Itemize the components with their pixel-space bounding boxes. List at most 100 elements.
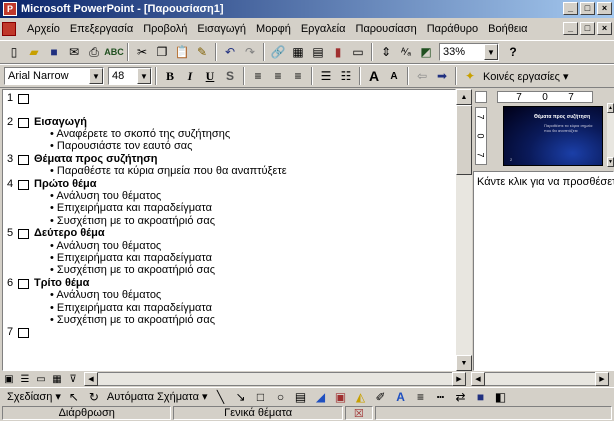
shadow-icon[interactable]: ■ xyxy=(471,388,491,406)
bullet-text[interactable]: • Ανάλυση του θέματος xyxy=(50,289,161,301)
outline-bullet-row[interactable]: • Ανάλυση του θέματος xyxy=(3,289,443,301)
outline-slide-row[interactable]: 5 Δεύτερο θέμα xyxy=(3,227,443,240)
close-button[interactable]: × xyxy=(597,2,612,15)
slide-title[interactable]: Δεύτερο θέμα xyxy=(34,227,105,239)
arrow-icon[interactable]: ↘ xyxy=(231,388,251,406)
outline-bullet-row[interactable]: • Επιχειρήματα και παραδείγματα xyxy=(3,302,443,314)
menu-view[interactable]: Προβολή xyxy=(138,23,192,35)
slide-icon[interactable] xyxy=(18,94,29,104)
bullet-text[interactable]: • Παρουσιάστε τον εαυτό σας xyxy=(50,140,192,152)
align-left-icon[interactable]: ≡ xyxy=(248,67,268,85)
line-color-icon[interactable]: ✐ xyxy=(371,388,391,406)
outline-bullet-row[interactable]: • Παραθέστε τα κύρια σημεία που θα αναπτ… xyxy=(3,165,443,177)
select-arrow-icon[interactable]: ↖ xyxy=(64,388,84,406)
new-slide-icon[interactable]: ▭ xyxy=(348,43,368,61)
slide-icon[interactable] xyxy=(18,117,29,128)
bullet-text[interactable]: • Ανάλυση του θέματος xyxy=(50,190,161,202)
rectangle-icon[interactable]: □ xyxy=(251,388,271,406)
doc-minimize-button[interactable]: _ xyxy=(563,22,578,35)
slide-sorter-icon[interactable]: ▦ xyxy=(50,372,64,386)
slide-icon[interactable] xyxy=(18,278,29,289)
scroll-left-icon[interactable]: ◀ xyxy=(471,372,485,386)
notes-horizontal-scrollbar[interactable]: ◀ ▶ xyxy=(471,372,609,386)
outline-bullet-row[interactable]: • Ανάλυση του θέματος xyxy=(3,240,443,252)
slide-title[interactable]: Πρώτο θέμα xyxy=(34,178,97,190)
bullet-text[interactable]: • Συσχέτιση με το ακροατήριό σας xyxy=(50,215,215,227)
increase-font-button[interactable]: A xyxy=(364,67,384,85)
email-icon[interactable]: ✉ xyxy=(64,43,84,61)
menu-slideshow[interactable]: Παρουσίαση xyxy=(351,23,422,35)
spelling-icon[interactable]: ABC xyxy=(104,43,124,61)
common-tasks-menu[interactable]: Κοινές εργασίες ▾ xyxy=(480,70,572,83)
bullet-text[interactable]: • Συσχέτιση με το ακροατήριό σας xyxy=(50,314,215,326)
outline-vertical-scrollbar[interactable]: ▲ ▼ xyxy=(456,89,472,371)
outline-bullet-row[interactable]: • Παρουσιάστε τον εαυτό σας xyxy=(3,140,443,152)
menu-format[interactable]: Μορφή xyxy=(251,23,296,35)
underline-button[interactable]: U xyxy=(200,67,220,85)
numbering-icon[interactable]: ☰ xyxy=(316,67,336,85)
restore-button[interactable]: □ xyxy=(580,2,595,15)
outline-pane[interactable]: 1 2 Εισαγωγή • Αναφέρετε το σκοπό της συζήτ… xyxy=(2,89,456,371)
outline-slide-row[interactable]: 7 xyxy=(3,326,443,339)
align-center-icon[interactable]: ≡ xyxy=(268,67,288,85)
doc-close-button[interactable]: × xyxy=(597,22,612,35)
italic-button[interactable]: I xyxy=(180,67,200,85)
grayscale-icon[interactable]: ◩ xyxy=(416,43,436,61)
notes-placeholder[interactable]: Κάντε κλικ για να προσθέσετε xyxy=(477,176,614,188)
outline-bullet-row[interactable]: • Επιχειρήματα και παραδείγματα xyxy=(3,252,443,264)
menu-tools[interactable]: Εργαλεία xyxy=(296,23,351,35)
wordart-icon[interactable]: ◢ xyxy=(311,388,331,406)
bullet-text[interactable]: • Ανάλυση του θέματος xyxy=(50,240,161,252)
redo-icon[interactable]: ↷ xyxy=(240,43,260,61)
font-color-icon[interactable]: A xyxy=(391,388,411,406)
bold-button[interactable]: B xyxy=(160,67,180,85)
new-icon[interactable]: ▯ xyxy=(4,43,24,61)
outline-bullet-row[interactable]: • Αναφέρετε το σκοπό της συζήτησης xyxy=(3,128,443,140)
tables-borders-icon[interactable]: ▦ xyxy=(288,43,308,61)
normal-view-icon[interactable]: ▣ xyxy=(2,372,16,386)
outline-slide-row[interactable]: 2 Εισαγωγή xyxy=(3,116,443,128)
slide-icon[interactable] xyxy=(18,328,29,339)
bullet-text[interactable]: • Παραθέστε τα κύρια σημεία που θα αναπτ… xyxy=(50,165,287,177)
insert-chart-icon[interactable]: ▮ xyxy=(328,43,348,61)
chevron-down-icon[interactable]: ▼ xyxy=(137,68,151,84)
textbox-icon[interactable]: ▤ xyxy=(291,388,311,406)
outline-view-icon[interactable]: ☰ xyxy=(18,372,32,386)
menu-edit[interactable]: Επεξεργασία xyxy=(65,23,138,35)
scroll-down-icon[interactable]: ▼ xyxy=(456,355,472,371)
cut-icon[interactable]: ✂ xyxy=(132,43,152,61)
expand-all-icon[interactable]: ⇕ xyxy=(376,43,396,61)
autoshapes-menu[interactable]: Αυτόματα Σχήματα ▾ xyxy=(104,390,211,403)
open-icon[interactable]: ▰ xyxy=(24,43,44,61)
bullet-text[interactable]: • Αναφέρετε το σκοπό της συζήτησης xyxy=(50,128,230,140)
outline-bullet-row[interactable]: • Επιχειρήματα και παραδείγματα xyxy=(3,202,443,214)
scroll-left-icon[interactable]: ◀ xyxy=(84,372,98,386)
outline-bullet-row[interactable]: • Συσχέτιση με το ακροατήριό σας xyxy=(3,215,443,227)
line-style-icon[interactable]: ≡ xyxy=(411,388,431,406)
outline-slide-row[interactable]: 3 Θέματα προς συζήτηση xyxy=(3,153,443,165)
preview-scrollbar[interactable]: ▲ ▼ xyxy=(607,103,614,167)
chevron-down-icon[interactable]: ▼ xyxy=(89,68,103,84)
insert-table-icon[interactable]: ▤ xyxy=(308,43,328,61)
outline-horizontal-scrollbar[interactable]: ◀ ▶ xyxy=(84,372,466,386)
oval-icon[interactable]: ○ xyxy=(271,388,291,406)
slide-view-icon[interactable]: ▭ xyxy=(34,372,48,386)
outline-bullet-row[interactable]: • Συσχέτιση με το ακροατήριό σας xyxy=(3,314,443,326)
slide-icon[interactable] xyxy=(18,154,29,165)
menu-help[interactable]: Βοήθεια xyxy=(483,23,532,35)
decrease-font-button[interactable]: A xyxy=(384,67,404,85)
clipart-icon[interactable]: ▣ xyxy=(331,388,351,406)
tasks-star-icon[interactable]: ✦ xyxy=(460,67,480,85)
slide-icon[interactable] xyxy=(18,229,29,240)
scroll-thumb[interactable] xyxy=(456,105,472,175)
menu-window[interactable]: Παράθυρο xyxy=(422,23,483,35)
fill-color-icon[interactable]: ◭ xyxy=(351,388,371,406)
minimize-button[interactable]: _ xyxy=(563,2,578,15)
font-combo[interactable]: Arial Narrow ▼ xyxy=(4,67,104,85)
bullet-text[interactable]: • Επιχειρήματα και παραδείγματα xyxy=(50,302,212,314)
menu-insert[interactable]: Εισαγωγή xyxy=(192,23,251,35)
scroll-up-icon[interactable]: ▲ xyxy=(607,103,614,113)
font-size-combo[interactable]: 48 ▼ xyxy=(108,67,152,85)
slideshow-icon[interactable]: ⊽ xyxy=(66,372,80,386)
save-icon[interactable]: ■ xyxy=(44,43,64,61)
